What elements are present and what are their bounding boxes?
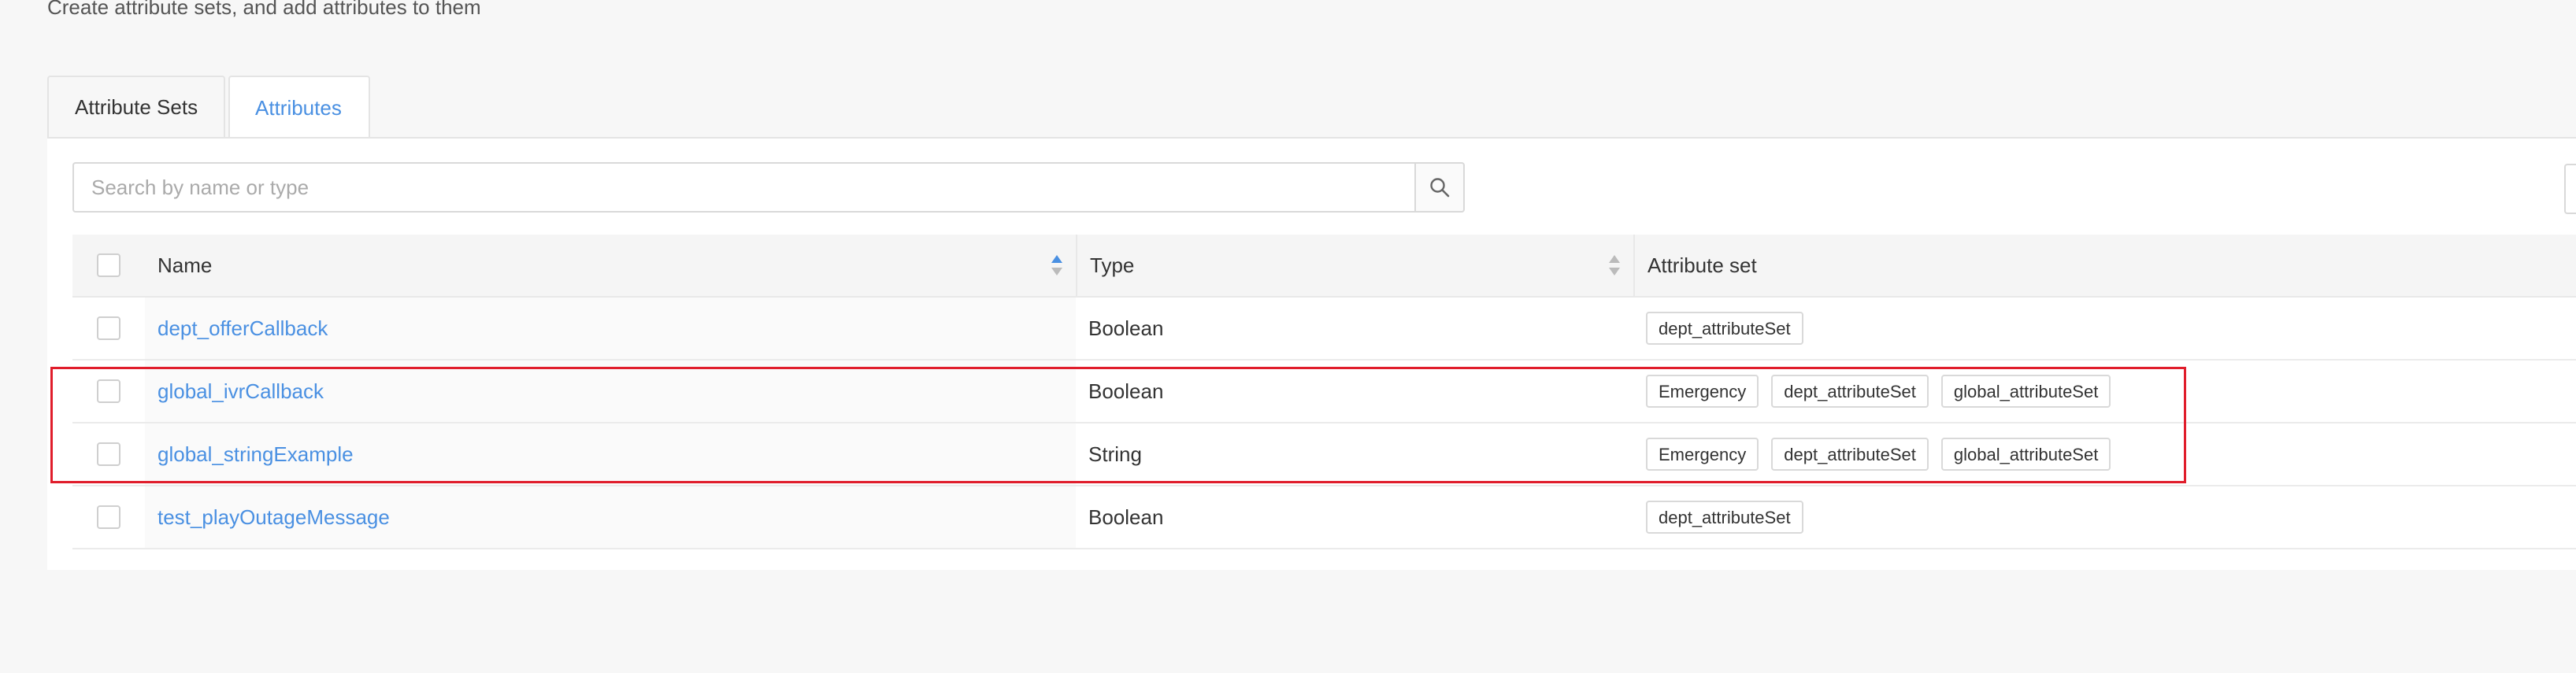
column-header-type-label: Type — [1090, 253, 1135, 277]
row-checkbox[interactable] — [97, 316, 120, 340]
column-header-name-label: Name — [158, 253, 213, 277]
attribute-type: Boolean — [1088, 316, 1164, 340]
row-select-cell — [72, 486, 145, 548]
column-header-attribute-set-label: Attribute set — [1648, 253, 1757, 277]
tab-bar: Attribute Sets Attributes — [47, 76, 373, 139]
table-row: global_stringExample String Emergency de… — [72, 423, 2576, 486]
attribute-name-link[interactable]: global_stringExample — [158, 442, 354, 467]
attribute-type: Boolean — [1088, 505, 1164, 529]
column-header-name[interactable]: Name — [145, 235, 1076, 296]
attribute-set-tag: global_attributeSet — [1940, 438, 2111, 471]
attribute-set-cell: dept_attributeSet — [1633, 486, 2576, 548]
search-bar — [72, 162, 1465, 213]
tab-attribute-sets[interactable]: Attribute Sets — [47, 76, 225, 137]
attribute-set-cell: dept_attributeSet — [1633, 298, 2576, 359]
attribute-set-tag: Emergency — [1646, 375, 1759, 408]
row-checkbox[interactable] — [97, 379, 120, 403]
sort-icon[interactable] — [1051, 253, 1063, 277]
attribute-set-tag: dept_attributeSet — [1646, 501, 1803, 534]
table-header: Name Type Attribute set — [72, 235, 2576, 298]
attribute-type: Boolean — [1088, 379, 1164, 403]
attribute-type: String — [1088, 442, 1142, 466]
tab-content: Name Type Attribute set — [47, 137, 2576, 570]
tab-attributes[interactable]: Attributes — [228, 76, 370, 139]
sort-icon[interactable] — [1608, 253, 1621, 277]
table-row: test_playOutageMessage Boolean dept_attr… — [72, 486, 2576, 549]
attribute-set-tag: dept_attributeSet — [1771, 438, 1929, 471]
attribute-set-cell: Emergency dept_attributeSet global_attri… — [1633, 423, 2576, 485]
search-button[interactable] — [1414, 162, 1465, 213]
row-select-cell — [72, 361, 145, 422]
attribute-set-tag: Emergency — [1646, 438, 1759, 471]
attribute-set-tag: dept_attributeSet — [1771, 375, 1929, 408]
name-cell: global_stringExample — [145, 423, 1076, 485]
search-icon — [1430, 178, 1450, 198]
name-cell: dept_offerCallback — [145, 298, 1076, 359]
toolbar-button-partial[interactable] — [2564, 164, 2576, 214]
row-checkbox[interactable] — [97, 442, 120, 466]
row-checkbox[interactable] — [97, 505, 120, 529]
attribute-name-link[interactable]: dept_offerCallback — [158, 316, 328, 341]
select-all-cell — [72, 235, 145, 296]
search-input[interactable] — [72, 162, 1414, 213]
type-cell: Boolean — [1076, 298, 1633, 359]
type-cell: String — [1076, 423, 1633, 485]
table-row: global_ivrCallback Boolean Emergency dep… — [72, 361, 2576, 423]
row-select-cell — [72, 423, 145, 485]
select-all-checkbox[interactable] — [97, 253, 120, 277]
attributes-table: Name Type Attribute set dept_offerCallba… — [72, 235, 2576, 549]
attribute-set-tag: global_attributeSet — [1940, 375, 2111, 408]
type-cell: Boolean — [1076, 486, 1633, 548]
name-cell: test_playOutageMessage — [145, 486, 1076, 548]
column-header-type[interactable]: Type — [1076, 235, 1633, 296]
name-cell: global_ivrCallback — [145, 361, 1076, 422]
type-cell: Boolean — [1076, 361, 1633, 422]
attributes-panel: Attribute Sets Attributes Name — [47, 76, 2576, 571]
row-select-cell — [72, 298, 145, 359]
column-header-attribute-set: Attribute set — [1633, 235, 2576, 296]
attribute-set-tag: dept_attributeSet — [1646, 312, 1803, 345]
attribute-set-cell: Emergency dept_attributeSet global_attri… — [1633, 361, 2576, 422]
attribute-name-link[interactable]: test_playOutageMessage — [158, 505, 390, 530]
attribute-name-link[interactable]: global_ivrCallback — [158, 379, 324, 404]
page-subtitle: Create attribute sets, and add attribute… — [47, 0, 481, 19]
table-row: dept_offerCallback Boolean dept_attribut… — [72, 298, 2576, 361]
